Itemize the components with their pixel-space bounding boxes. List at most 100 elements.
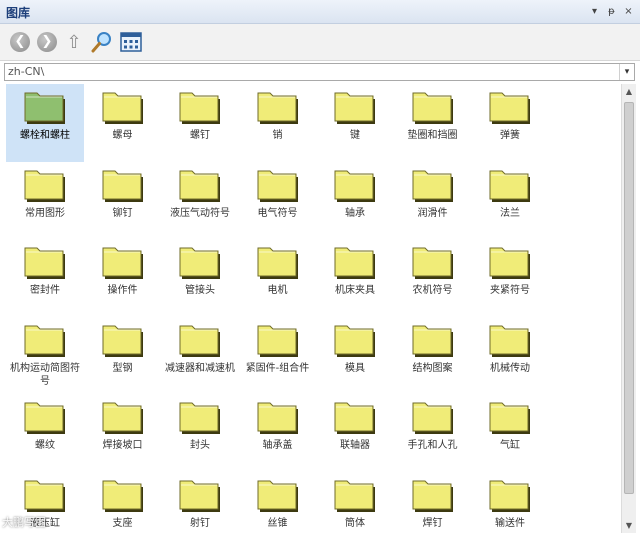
views-button[interactable] bbox=[119, 30, 143, 54]
folder-item[interactable]: 射钉 bbox=[161, 472, 239, 533]
path-field[interactable]: zh-CN\ ▾ bbox=[4, 63, 635, 81]
folder-label: 封头 bbox=[190, 440, 210, 451]
forward-button[interactable]: ❯ bbox=[35, 30, 59, 54]
toolbar: ❮ ❯ ⇧ bbox=[0, 24, 640, 61]
search-icon bbox=[91, 32, 111, 53]
folder-label: 联轴器 bbox=[340, 440, 370, 451]
folder-item[interactable]: 螺母 bbox=[84, 84, 162, 162]
folder-label: 螺纹 bbox=[35, 440, 55, 451]
folder-icon bbox=[257, 170, 298, 202]
folder-icon bbox=[489, 92, 530, 124]
folder-label: 射钉 bbox=[190, 517, 210, 529]
folder-item[interactable]: 结构图案 bbox=[394, 317, 472, 395]
folder-item[interactable]: 电气符号 bbox=[239, 162, 317, 240]
folder-icon bbox=[489, 170, 530, 202]
folder-label: 机床夹具 bbox=[335, 285, 375, 296]
folder-label: 销 bbox=[272, 130, 283, 141]
folder-item[interactable]: 筒体 bbox=[316, 472, 394, 533]
folder-item[interactable]: 模具 bbox=[316, 317, 394, 395]
folder-icon bbox=[412, 325, 453, 357]
folder-item[interactable]: 机床夹具 bbox=[316, 239, 394, 317]
folder-label: 筒体 bbox=[345, 517, 365, 529]
folder-icon bbox=[179, 247, 220, 279]
folder-item[interactable]: 润滑件 bbox=[394, 162, 472, 240]
folder-item[interactable]: 支座 bbox=[84, 472, 162, 533]
folder-icon bbox=[102, 247, 143, 279]
folder-icon bbox=[102, 325, 143, 357]
folder-icon bbox=[24, 402, 65, 434]
folder-icon bbox=[24, 480, 65, 512]
folder-item[interactable]: 焊接坡口 bbox=[84, 394, 162, 472]
folder-item[interactable]: 气缸 bbox=[471, 394, 549, 472]
folder-icon bbox=[334, 480, 375, 512]
folder-view: 螺栓和螺柱 螺母 螺钉 销 键 垫圈和挡圈 弹簧常用图形 铆钉 液压气动符号 电气符号 轴承 润滑件 法… bbox=[4, 84, 619, 533]
folder-icon bbox=[24, 247, 65, 279]
folder-label: 机械传动 bbox=[490, 362, 530, 374]
folder-item[interactable]: 管接头 bbox=[161, 239, 239, 317]
folder-item[interactable]: 键 bbox=[316, 84, 394, 162]
close-icon[interactable]: × bbox=[621, 3, 636, 20]
folder-label: 电机 bbox=[267, 285, 288, 296]
folder-item[interactable]: 输送件 bbox=[471, 472, 549, 533]
back-button[interactable]: ❮ bbox=[8, 30, 32, 54]
folder-item[interactable]: 螺纹 bbox=[6, 394, 84, 472]
folder-item[interactable]: 轴承 bbox=[316, 162, 394, 240]
folder-icon bbox=[257, 92, 298, 124]
search-button[interactable] bbox=[90, 30, 114, 54]
path-dropdown-icon[interactable]: ▾ bbox=[619, 64, 634, 80]
folder-icon bbox=[24, 325, 65, 357]
folder-label: 螺栓和螺柱 bbox=[20, 130, 70, 141]
folder-icon bbox=[102, 402, 143, 434]
folder-icon bbox=[257, 402, 298, 434]
folder-label: 输送件 bbox=[495, 517, 525, 529]
folder-item[interactable]: 铆钉 bbox=[84, 162, 162, 240]
folder-item[interactable]: 常用图形 bbox=[6, 162, 84, 240]
folder-item[interactable]: 封头 bbox=[161, 394, 239, 472]
folder-item[interactable]: 法兰 bbox=[471, 162, 549, 240]
scroll-up-icon[interactable]: ▲ bbox=[622, 84, 636, 99]
folder-icon bbox=[179, 480, 220, 512]
folder-icon bbox=[489, 480, 530, 512]
folder-label: 模具 bbox=[345, 362, 365, 374]
folder-label: 型钢 bbox=[112, 362, 133, 374]
folder-item[interactable]: 操作件 bbox=[84, 239, 162, 317]
folder-item[interactable]: 垫圈和挡圈 bbox=[394, 84, 472, 162]
up-folder-button[interactable]: ⇧ bbox=[62, 30, 86, 54]
folder-label: 手孔和人孔 bbox=[407, 440, 458, 451]
folder-label: 减速器和减速机 bbox=[165, 362, 235, 374]
folder-item[interactable]: 手孔和人孔 bbox=[394, 394, 472, 472]
vertical-scrollbar[interactable]: ▲ ▼ bbox=[621, 84, 636, 533]
pin-icon[interactable]: ᵽ bbox=[604, 3, 619, 20]
folder-label: 紧固件-组合件 bbox=[245, 362, 310, 374]
folder-item[interactable]: 机械传动 bbox=[471, 317, 549, 395]
folder-icon bbox=[334, 92, 375, 124]
folder-item[interactable]: 螺钉 bbox=[161, 84, 239, 162]
folder-item[interactable]: 螺栓和螺柱 bbox=[6, 84, 84, 162]
scroll-down-icon[interactable]: ▼ bbox=[622, 518, 636, 533]
folder-item[interactable]: 液压气动符号 bbox=[161, 162, 239, 240]
folder-icon bbox=[257, 325, 298, 357]
folder-icon bbox=[24, 170, 65, 202]
menu-dropdown-icon[interactable]: ▾ bbox=[587, 3, 602, 20]
folder-item[interactable]: 夹紧符号 bbox=[471, 239, 549, 317]
folder-item[interactable]: 丝锥 bbox=[239, 472, 317, 533]
folder-label: 结构图案 bbox=[412, 362, 453, 374]
folder-item[interactable]: 农机符号 bbox=[394, 239, 472, 317]
folder-label: 气缸 bbox=[500, 440, 520, 451]
scroll-thumb[interactable] bbox=[624, 102, 634, 494]
folder-item[interactable]: 电机 bbox=[239, 239, 317, 317]
folder-item[interactable]: 机构运动简图符号 bbox=[6, 317, 84, 395]
folder-item[interactable]: 紧固件-组合件 bbox=[239, 317, 317, 395]
folder-label: 螺钉 bbox=[190, 130, 210, 141]
folder-item[interactable]: 焊钉 bbox=[394, 472, 472, 533]
folder-icon bbox=[257, 480, 298, 512]
folder-item[interactable]: 密封件 bbox=[6, 239, 84, 317]
folder-item[interactable]: 减速器和减速机 bbox=[161, 317, 239, 395]
folder-label: 常用图形 bbox=[25, 207, 65, 219]
folder-item[interactable]: 弹簧 bbox=[471, 84, 549, 162]
folder-item[interactable]: 联轴器 bbox=[316, 394, 394, 472]
folder-item[interactable]: 销 bbox=[239, 84, 317, 162]
folder-icon bbox=[179, 170, 220, 202]
folder-item[interactable]: 轴承盖 bbox=[239, 394, 317, 472]
folder-item[interactable]: 型钢 bbox=[84, 317, 162, 395]
